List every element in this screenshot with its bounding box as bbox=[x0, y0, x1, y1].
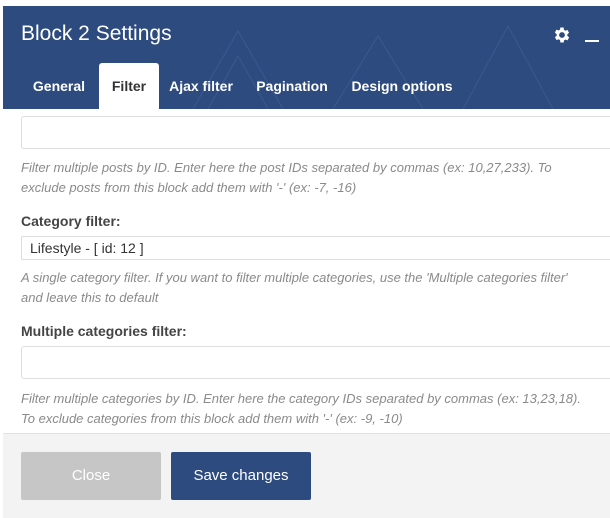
category-help-line2: and leave this to default bbox=[21, 290, 159, 305]
tab-ajax-filter[interactable]: Ajax filter bbox=[163, 63, 239, 109]
dialog-header: Block 2 Settings General Filter Ajax fil… bbox=[3, 6, 610, 109]
multiple-categories-label: Multiple categories filter: bbox=[21, 323, 187, 339]
filter-panel: Filter multiple posts by ID. Enter here … bbox=[3, 109, 610, 433]
category-filter-label: Category filter: bbox=[21, 213, 121, 229]
minimize-icon[interactable] bbox=[585, 40, 599, 42]
tab-pagination[interactable]: Pagination bbox=[249, 63, 335, 109]
post-ids-help-line2: exclude posts from this block add them w… bbox=[21, 180, 357, 195]
multiple-categories-input[interactable] bbox=[21, 346, 610, 379]
post-ids-input[interactable] bbox=[21, 116, 610, 149]
tab-general[interactable]: General bbox=[21, 63, 97, 109]
category-help-line1: A single category filter. If you want to… bbox=[21, 270, 568, 285]
tab-bar: General Filter Ajax filter Pagination De… bbox=[3, 63, 610, 109]
save-changes-button[interactable]: Save changes bbox=[171, 452, 311, 500]
category-filter-select[interactable]: Lifestyle - [ id: 12 ] bbox=[21, 236, 610, 260]
gear-icon[interactable] bbox=[552, 25, 572, 45]
dialog-title: Block 2 Settings bbox=[21, 22, 172, 45]
close-button[interactable]: Close bbox=[21, 452, 161, 500]
multiple-categories-help-line2: To exclude categories from this block ad… bbox=[21, 411, 403, 426]
tab-design-options[interactable]: Design options bbox=[345, 63, 459, 109]
post-ids-help-line1: Filter multiple posts by ID. Enter here … bbox=[21, 160, 552, 175]
tab-filter[interactable]: Filter bbox=[99, 63, 159, 109]
dialog-footer: Close Save changes bbox=[3, 433, 610, 518]
multiple-categories-help-line1: Filter multiple categories by ID. Enter … bbox=[21, 391, 581, 406]
